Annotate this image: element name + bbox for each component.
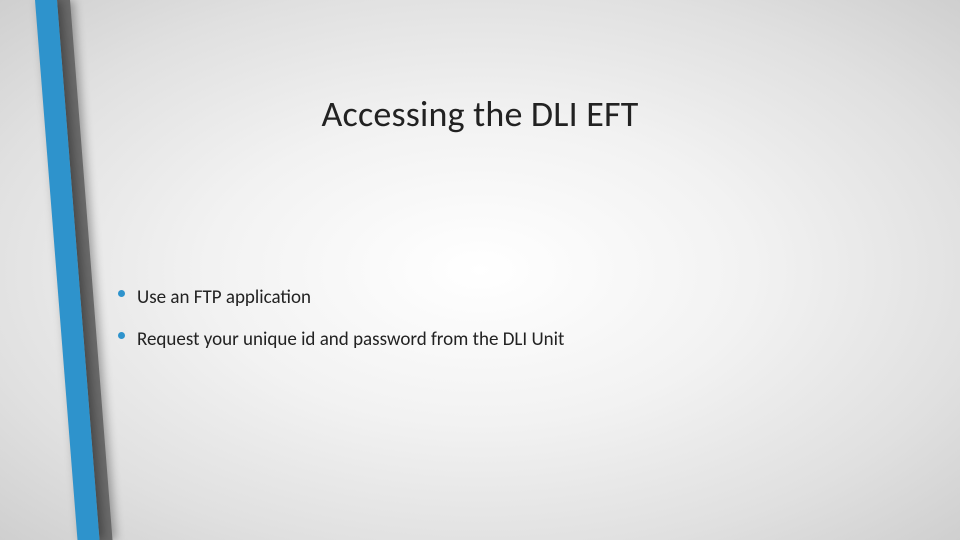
bullet-icon (118, 332, 125, 339)
bullet-icon (118, 290, 125, 297)
content-area: Use an FTP application Request your uniq… (118, 285, 900, 368)
list-item: Request your unique id and password from… (118, 327, 900, 353)
slide-title: Accessing the DLI EFT (0, 92, 960, 136)
bullet-text: Use an FTP application (137, 285, 311, 311)
bullet-text: Request your unique id and password from… (137, 327, 564, 353)
accent-stripes (35, 0, 75, 540)
list-item: Use an FTP application (118, 285, 900, 311)
